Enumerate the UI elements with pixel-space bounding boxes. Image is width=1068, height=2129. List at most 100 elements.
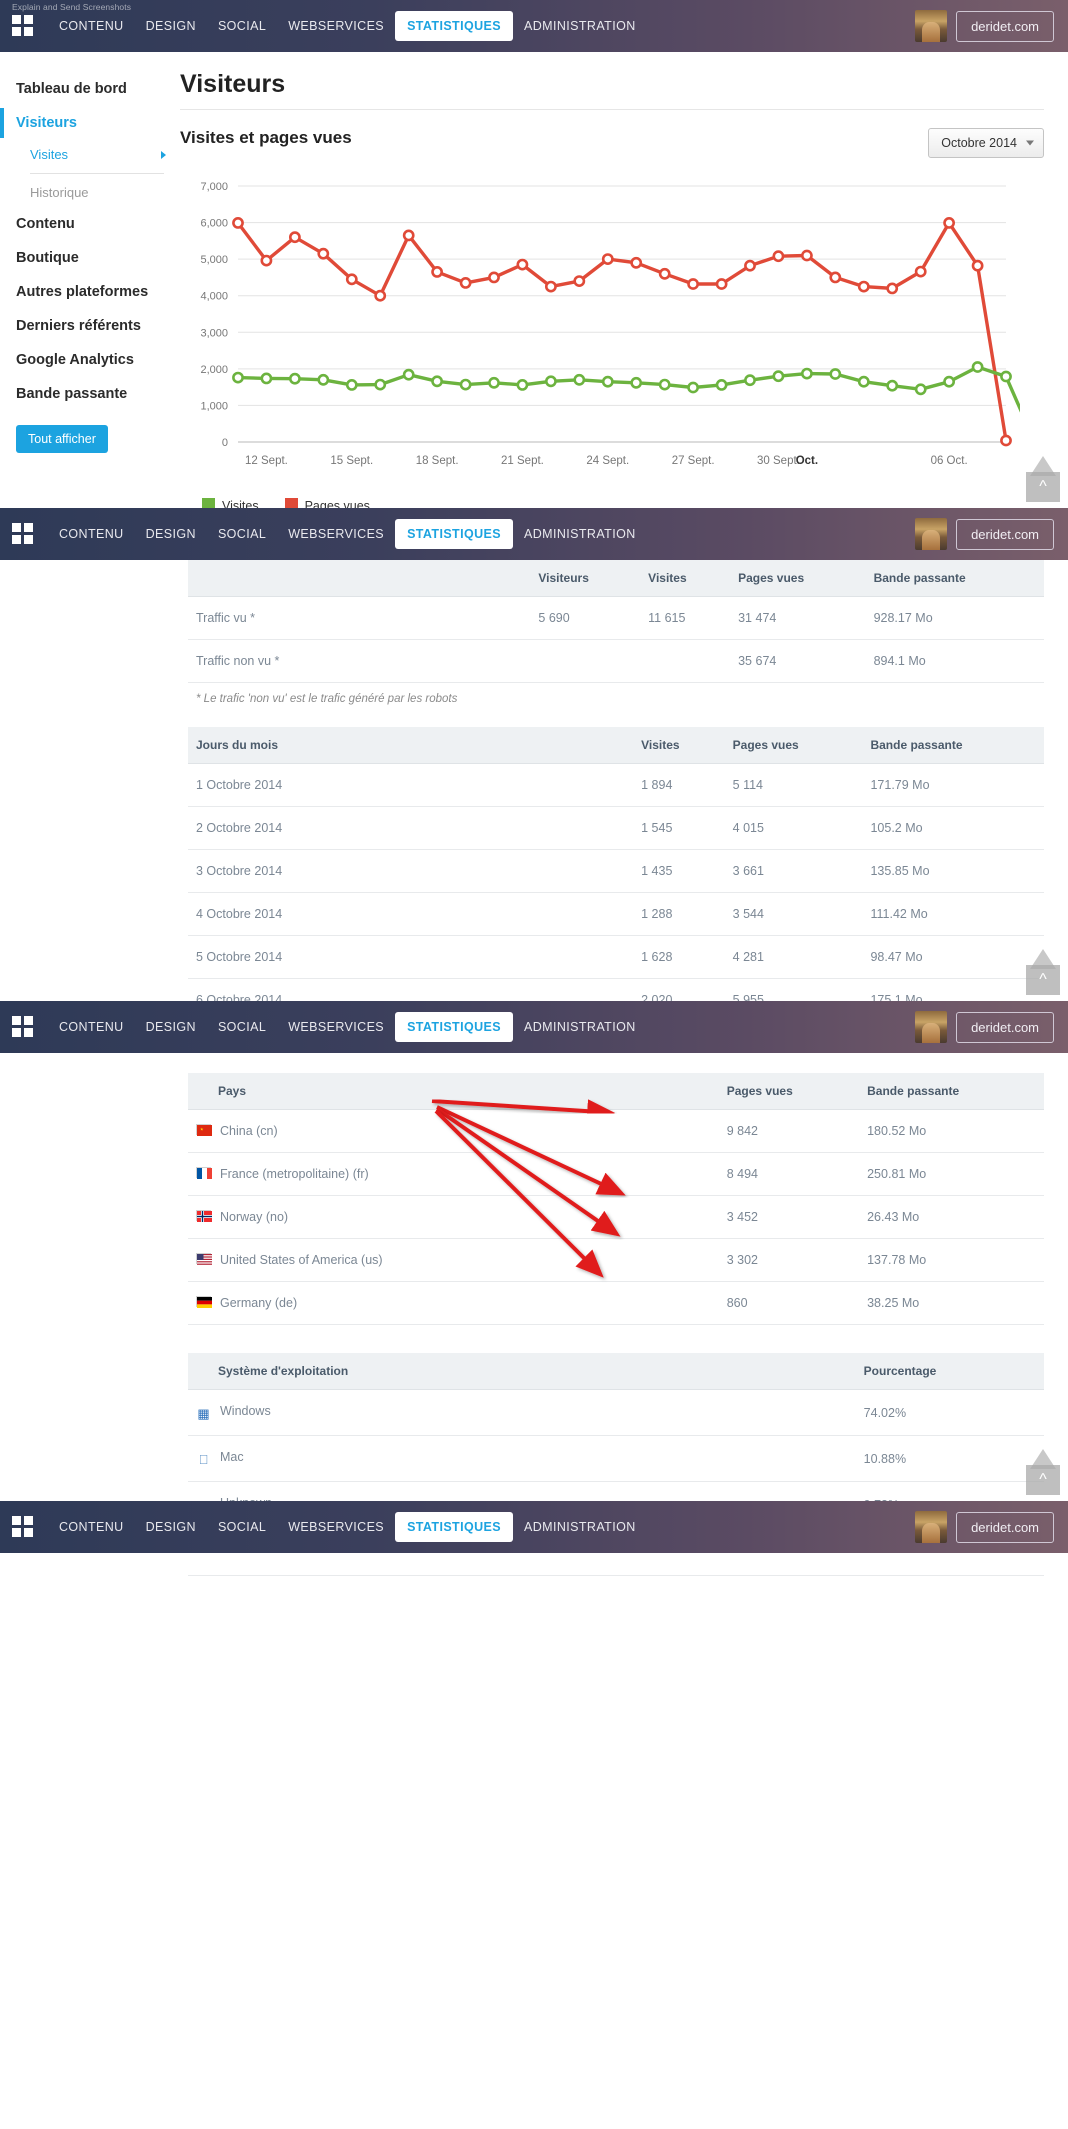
sidebar-item-visiteurs[interactable]: Visiteurs xyxy=(0,106,180,140)
svg-text:4,000: 4,000 xyxy=(200,291,228,303)
nav-link-administration[interactable]: ADMINISTRATION xyxy=(513,1013,647,1041)
table-row[interactable]: 4 Octobre 20141 2883 544111.42 Mo xyxy=(188,893,1044,936)
visits-pageviews-chart[interactable]: 01,0002,0003,0004,0005,0006,0007,00012 S… xyxy=(180,176,1044,508)
nav-link-social[interactable]: SOCIAL xyxy=(207,1513,277,1541)
nav-link-webservices[interactable]: WEBSERVICES xyxy=(277,520,395,548)
scroll-to-top-button[interactable]: ^ xyxy=(1026,965,1060,995)
nav-link-design[interactable]: DESIGN xyxy=(135,520,207,548)
nav-link-social[interactable]: SOCIAL xyxy=(207,12,277,40)
show-all-button[interactable]: Tout afficher xyxy=(16,425,108,453)
avatar[interactable] xyxy=(915,1011,947,1043)
svg-text:★: ★ xyxy=(200,1127,204,1132)
legend-swatch-pages-vues xyxy=(285,498,298,508)
scroll-to-top-button[interactable]: ^ xyxy=(1026,472,1060,502)
domain-button[interactable]: deridet.com xyxy=(956,11,1054,42)
nav-link-contenu[interactable]: CONTENU xyxy=(48,1013,135,1041)
table-row[interactable]: ★China (cn)9 842180.52 Mo xyxy=(188,1110,1044,1153)
table-row[interactable]: Traffic non vu * 35 674 894.1 Mo xyxy=(188,640,1044,683)
domain-button[interactable]: deridet.com xyxy=(956,1512,1054,1543)
table-row[interactable]: 2 Octobre 20141 5454 015105.2 Mo xyxy=(188,807,1044,850)
sidebar-subitem-visites[interactable]: Visites xyxy=(0,140,180,169)
table-row[interactable]: ▦Windows74.02% xyxy=(188,1390,1044,1436)
nav-link-administration[interactable]: ADMINISTRATION xyxy=(513,520,647,548)
nav-link-contenu[interactable]: CONTENU xyxy=(48,1513,135,1541)
nav-link-statistiques[interactable]: STATISTIQUES xyxy=(395,11,513,41)
table-row[interactable]: 3 Octobre 20141 4353 661135.85 Mo xyxy=(188,850,1044,893)
nav-link-contenu[interactable]: CONTENU xyxy=(48,520,135,548)
table-row[interactable]: Germany (de)86038.25 Mo xyxy=(188,1282,1044,1325)
cell-country: Germany (de) xyxy=(188,1282,719,1325)
cell-day: 4 Octobre 2014 xyxy=(188,893,633,936)
table-row[interactable]: Norway (no)3 45226.43 Mo xyxy=(188,1196,1044,1239)
cell-bande: 137.78 Mo xyxy=(859,1239,1044,1282)
nav-links-2: CONTENU DESIGN SOCIAL WEBSERVICES STATIS… xyxy=(48,519,647,549)
os-table: Système d'exploitation Pourcentage ▦Wind… xyxy=(188,1353,1044,1501)
nav-link-administration[interactable]: ADMINISTRATION xyxy=(513,12,647,40)
grid-icon[interactable] xyxy=(12,1516,34,1538)
period-select[interactable]: Octobre 2014 xyxy=(928,128,1044,158)
country-label: Germany (de) xyxy=(220,1296,297,1310)
scroll-to-top-button[interactable]: ^ xyxy=(1026,1465,1060,1495)
table-row[interactable]: 5 Octobre 20141 6284 28198.47 Mo xyxy=(188,936,1044,979)
legend-label-visites: Visites xyxy=(222,499,259,509)
title-divider xyxy=(180,109,1044,110)
grid-icon[interactable] xyxy=(12,15,34,37)
cell-bande: 250.81 Mo xyxy=(859,1153,1044,1196)
domain-button[interactable]: deridet.com xyxy=(956,1012,1054,1043)
nav-link-webservices[interactable]: WEBSERVICES xyxy=(277,1013,395,1041)
avatar[interactable] xyxy=(915,10,947,42)
nav-links-4: CONTENU DESIGN SOCIAL WEBSERVICES STATIS… xyxy=(48,1512,647,1542)
nav-link-social[interactable]: SOCIAL xyxy=(207,520,277,548)
os-label: Windows xyxy=(220,1404,271,1418)
table-row[interactable]: 1 Octobre 20141 8945 114171.79 Mo xyxy=(188,764,1044,807)
avatar[interactable] xyxy=(915,518,947,550)
svg-text:24 Sept.: 24 Sept. xyxy=(586,455,629,467)
nav-link-statistiques[interactable]: STATISTIQUES xyxy=(395,1512,513,1542)
table-row[interactable]: Mac10.88% xyxy=(188,1436,1044,1482)
sidebar-item-derniers-referents[interactable]: Derniers référents xyxy=(0,309,180,343)
nav-link-statistiques[interactable]: STATISTIQUES xyxy=(395,1012,513,1042)
legend-swatch-visites xyxy=(202,498,215,508)
panel-countries-os: CONTENU DESIGN SOCIAL WEBSERVICES STATIS… xyxy=(0,1001,1068,1501)
sidebar-item-google-analytics[interactable]: Google Analytics xyxy=(0,343,180,377)
cell-visites: 2 020 xyxy=(633,979,725,1002)
cell-pages-vues: 3 452 xyxy=(719,1196,859,1239)
grid-icon[interactable] xyxy=(12,523,34,545)
sidebar-item-tableau-de-bord[interactable]: Tableau de bord xyxy=(0,72,180,106)
svg-text:5,000: 5,000 xyxy=(200,254,228,266)
sidebar-item-autres-plateformes[interactable]: Autres plateformes xyxy=(0,275,180,309)
svg-text:Oct.: Oct. xyxy=(796,455,818,467)
sidebar-subitem-visites-label: Visites xyxy=(30,147,68,162)
panel-bottom-partial: CONTENU DESIGN SOCIAL WEBSERVICES STATIS… xyxy=(0,1501,1068,2129)
nav-link-administration[interactable]: ADMINISTRATION xyxy=(513,1513,647,1541)
nav-link-webservices[interactable]: WEBSERVICES xyxy=(277,1513,395,1541)
domain-button[interactable]: deridet.com xyxy=(956,519,1054,550)
nav-link-statistiques[interactable]: STATISTIQUES xyxy=(395,519,513,549)
th-pages-vues: Pages vues xyxy=(725,727,863,764)
sidebar-item-boutique[interactable]: Boutique xyxy=(0,241,180,275)
sidebar-subitem-historique[interactable]: Historique xyxy=(0,178,180,207)
days-table-header-row: Jours du mois Visites Pages vues Bande p… xyxy=(188,727,1044,764)
th-pourcentage: Pourcentage xyxy=(856,1353,1044,1390)
nav-link-social[interactable]: SOCIAL xyxy=(207,1013,277,1041)
nav-link-webservices[interactable]: WEBSERVICES xyxy=(277,12,395,40)
table-row[interactable]: Traffic vu * 5 690 11 615 31 474 928.17 … xyxy=(188,597,1044,640)
nav-right-2: deridet.com xyxy=(915,518,1054,550)
panel-traffic: CONTENU DESIGN SOCIAL WEBSERVICES STATIS… xyxy=(0,508,1068,1001)
nav-link-design[interactable]: DESIGN xyxy=(135,1513,207,1541)
table-row[interactable]: 6 Octobre 20142 0205 955175.1 Mo xyxy=(188,979,1044,1002)
table-row[interactable]: ?Unknown9.73% xyxy=(188,1482,1044,1502)
table-row[interactable]: United States of America (us)3 302137.78… xyxy=(188,1239,1044,1282)
nav-link-design[interactable]: DESIGN xyxy=(135,12,207,40)
sidebar-item-bande-passante[interactable]: Bande passante xyxy=(0,377,180,411)
sidebar-item-contenu[interactable]: Contenu xyxy=(0,207,180,241)
grid-icon[interactable] xyxy=(12,1016,34,1038)
sidebar: Tableau de bord Visiteurs Visites Histor… xyxy=(0,52,180,508)
table-row[interactable]: France (metropolitaine) (fr)8 494250.81 … xyxy=(188,1153,1044,1196)
nav-link-contenu[interactable]: CONTENU xyxy=(48,12,135,40)
nav-link-design[interactable]: DESIGN xyxy=(135,1013,207,1041)
svg-text:1,000: 1,000 xyxy=(200,400,228,412)
avatar[interactable] xyxy=(915,1511,947,1543)
cell-country: Norway (no) xyxy=(188,1196,719,1239)
cell-bande: 111.42 Mo xyxy=(862,893,1044,936)
